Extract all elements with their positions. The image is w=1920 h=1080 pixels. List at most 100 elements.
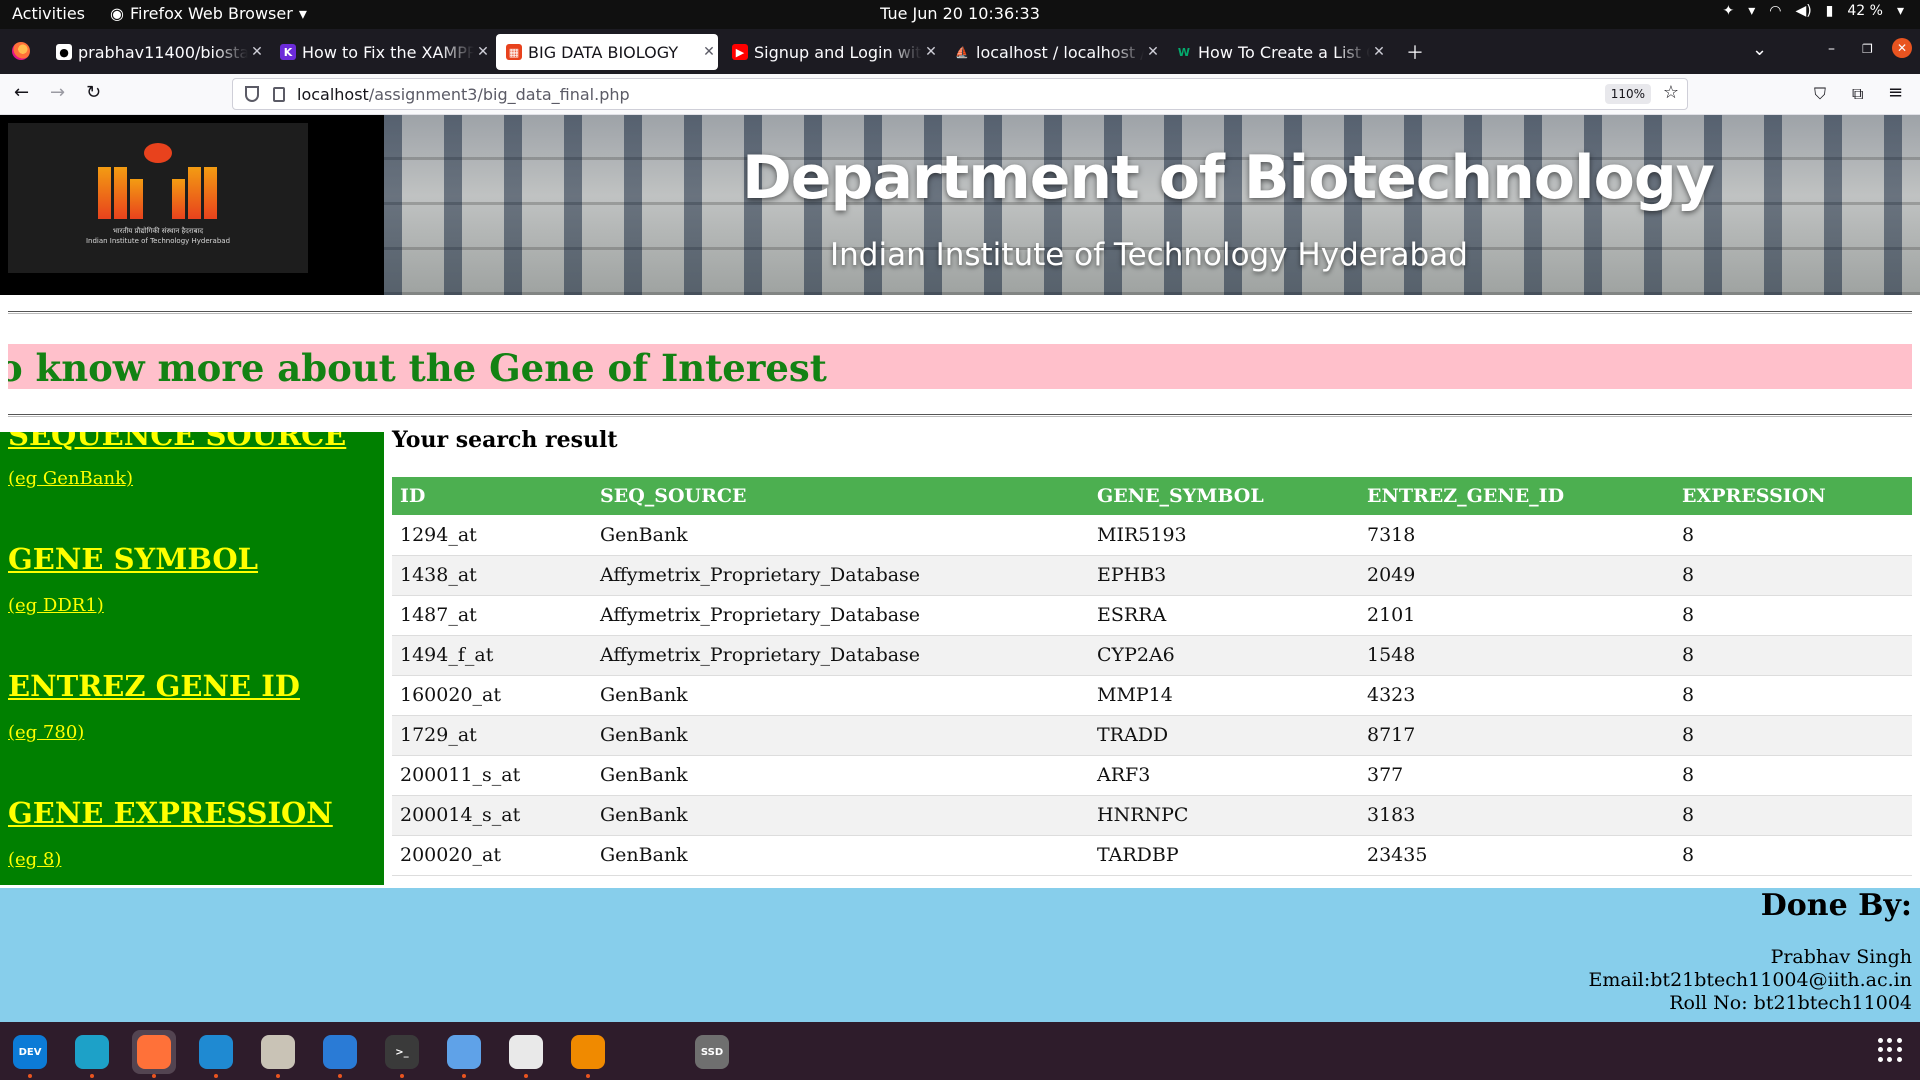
tab-phpmyadmin[interactable]: ⛵ localhost / localhost / ✕ [944, 34, 1162, 70]
table-cell: TARDBP [1089, 835, 1359, 876]
running-indicator [338, 1074, 342, 1078]
table-row: 1294_at GenBank MIR5193 7318 8 [392, 515, 1912, 556]
url-host: localhost [297, 84, 369, 104]
close-icon[interactable]: ✕ [1370, 44, 1388, 60]
tracking-protection-icon[interactable] [245, 86, 259, 102]
app-menu[interactable]: ◉ Firefox Web Browser ▾ [110, 4, 307, 23]
table-row: 200020_at GenBank TARDBP 23435 8 [392, 835, 1912, 876]
institute-subtitle: Indian Institute of Technology Hyderabad [830, 237, 1468, 273]
table-cell: 8 [1674, 755, 1912, 796]
close-icon[interactable]: ✕ [700, 44, 718, 60]
close-icon[interactable]: ✕ [922, 44, 940, 60]
minimize-button[interactable]: – [1828, 41, 1835, 57]
vscode-icon[interactable] [194, 1030, 238, 1074]
wifi-icon: ◠ [1769, 3, 1782, 19]
url-text[interactable]: localhost/assignment3/big_data_final.php [297, 85, 630, 104]
accessibility-icon[interactable]: ✦ [1722, 3, 1734, 19]
restore-button[interactable]: ❐ [1862, 42, 1873, 56]
sidebar-example-gene-symbol[interactable]: (eg DDR1) [8, 595, 104, 616]
table-cell: Affymetrix_Proprietary_Database [592, 635, 1089, 676]
url-bar[interactable]: localhost/assignment3/big_data_final.php… [232, 78, 1688, 110]
column-header: EXPRESSION [1674, 477, 1912, 515]
table-row: 200011_s_at GenBank ARF3 377 8 [392, 755, 1912, 796]
close-icon[interactable]: ✕ [248, 44, 266, 60]
app-menu-label: Firefox Web Browser [129, 4, 293, 23]
running-indicator [90, 1074, 94, 1078]
table-cell: 8 [1674, 835, 1912, 876]
blank-icon[interactable] [628, 1030, 672, 1074]
hamburger-menu-icon[interactable]: ≡ [1888, 82, 1903, 103]
firefox-glyph [137, 1035, 171, 1069]
running-indicator [586, 1074, 590, 1078]
table-cell: GenBank [592, 515, 1089, 556]
table-cell: 8 [1674, 675, 1912, 716]
tab-xampp[interactable]: K How to Fix the XAMPP ✕ [270, 34, 492, 70]
table-cell: GenBank [592, 795, 1089, 836]
author-roll-number: Roll No: bt21btech11004 [1669, 992, 1912, 1014]
running-indicator [214, 1074, 218, 1078]
tab-signup-login[interactable]: ▶ Signup and Login with ✕ [722, 34, 940, 70]
sidebar-example-entrez-gene-id[interactable]: (eg 780) [8, 722, 84, 743]
sidebar-link-gene-expression[interactable]: GENE EXPRESSION [8, 796, 333, 830]
sidebar-example-gene-expression[interactable]: (eg 8) [8, 849, 61, 870]
table-cell: GenBank [592, 675, 1089, 716]
table-header-row: ID SEQ_SOURCE GENE_SYMBOL ENTREZ_GENE_ID… [392, 477, 1912, 515]
text-editor-icon[interactable] [442, 1030, 486, 1074]
activities-button[interactable]: Activities [12, 4, 85, 23]
phpmyadmin-icon: ⛵ [955, 45, 969, 59]
sidebar-example-sequence-source[interactable]: (eg GenBank) [8, 468, 133, 489]
tab-github[interactable]: ● prabhav11400/biostat ✕ [46, 34, 266, 70]
web-page: भारतीय प्रौद्योगिकी संस्थान हैदराबाद Ind… [0, 115, 1920, 1022]
results-heading: Your search result [392, 427, 618, 453]
edge-icon[interactable] [70, 1030, 114, 1074]
table-row: 1487_at Affymetrix_Proprietary_Database ES… [392, 595, 1912, 636]
w3schools-icon: W [1177, 45, 1191, 59]
bookmark-star-icon[interactable]: ☆ [1663, 82, 1679, 103]
chevron-down-icon: ▾ [298, 4, 307, 23]
table-cell: GenBank [592, 755, 1089, 796]
tab-title: prabhav11400/biostat [78, 42, 248, 62]
close-icon[interactable]: ✕ [1144, 44, 1162, 60]
show-applications-icon[interactable] [1878, 1038, 1902, 1062]
table-cell: 200014_s_at [392, 795, 592, 836]
navigation-toolbar: ← → ↻ localhost/assignment3/big_data_fin… [0, 74, 1920, 115]
page-info-icon[interactable] [273, 86, 285, 102]
tab-w3schools[interactable]: W How To Create a List O ✕ [1166, 34, 1388, 70]
footer-heading: Done By: [1760, 888, 1912, 923]
forward-button[interactable]: → [50, 82, 65, 103]
sidebar-link-entrez-gene-id[interactable]: ENTREZ GENE ID [8, 669, 300, 703]
table-row: 1494_f_at Affymetrix_Proprietary_Database… [392, 635, 1912, 676]
system-tray[interactable]: ✦ ▾ ◠ ◀) ▮ 42 % ▾ [1722, 3, 1904, 19]
list-all-tabs-button[interactable]: ⌄ [1752, 39, 1767, 60]
firefox-view-icon[interactable] [12, 42, 30, 60]
document-viewer-icon[interactable] [504, 1030, 548, 1074]
close-window-button[interactable]: ✕ [1892, 38, 1912, 58]
vlc-icon[interactable] [566, 1030, 610, 1074]
tab-big-data-biology[interactable]: ▦ BIG DATA BIOLOGY ✕ [496, 34, 718, 70]
ssd-drive-icon[interactable]: SSD [690, 1030, 734, 1074]
edge-dev-glyph: DEV [13, 1035, 47, 1069]
table-cell: MIR5193 [1089, 515, 1359, 556]
new-tab-button[interactable]: ＋ [1406, 39, 1424, 65]
close-icon[interactable]: ✕ [474, 44, 492, 60]
table-cell: 8 [1674, 635, 1912, 676]
writer-icon[interactable] [318, 1030, 362, 1074]
tab-title: localhost / localhost / [976, 42, 1144, 62]
zoom-level-button[interactable]: 110% [1604, 84, 1651, 104]
system-top-bar: Activities ◉ Firefox Web Browser ▾ Tue J… [0, 0, 1920, 29]
files-icon[interactable] [256, 1030, 300, 1074]
terminal-icon[interactable]: >_ [380, 1030, 424, 1074]
table-cell: 377 [1359, 755, 1674, 796]
firefox-icon[interactable] [132, 1030, 176, 1074]
sidebar-link-sequence-source[interactable]: SEQUENCE SOURCE [8, 432, 346, 452]
pocket-icon[interactable]: ⛉ [1814, 84, 1826, 104]
blank-glyph [633, 1035, 667, 1069]
edge-dev-icon[interactable]: DEV [8, 1030, 52, 1074]
reload-button[interactable]: ↻ [86, 82, 101, 103]
extensions-icon[interactable]: ⧉ [1852, 84, 1863, 104]
logo-caption: भारतीय प्रौद्योगिकी संस्थान हैदराबाद Ind… [85, 227, 231, 245]
github-icon: ● [56, 44, 72, 60]
back-button[interactable]: ← [14, 82, 29, 103]
table-cell: 3183 [1359, 795, 1674, 836]
sidebar-link-gene-symbol[interactable]: GENE SYMBOL [8, 542, 258, 576]
